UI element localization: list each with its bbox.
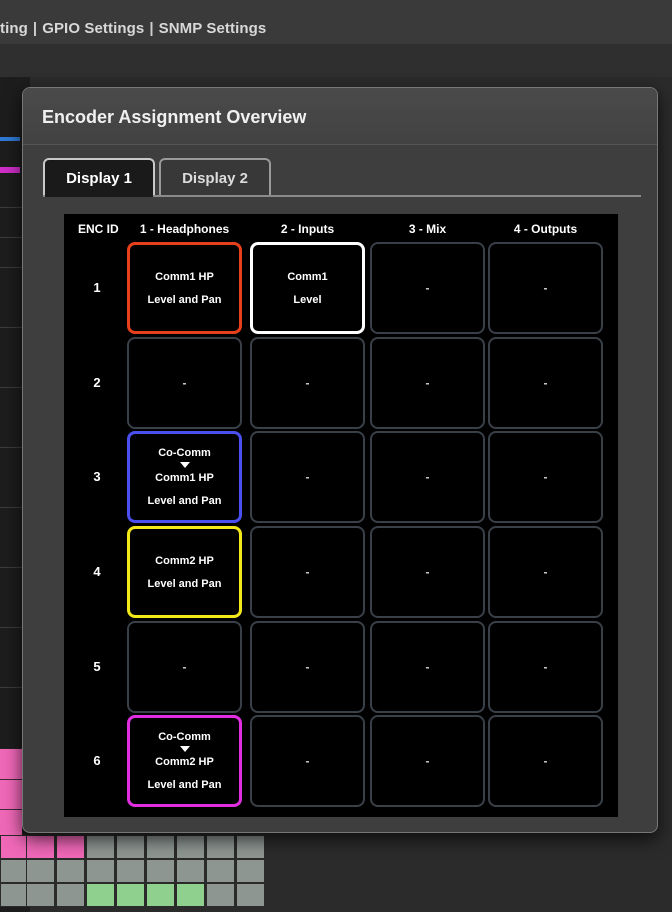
cell-label: Level and Pan — [147, 779, 222, 791]
down-arrow-icon — [179, 746, 190, 752]
top-tab-strip: ting | GPIO Settings | SNMP Settings — [0, 0, 672, 45]
background-pink-block — [0, 748, 22, 836]
cell-empty-label: - — [425, 565, 430, 579]
cell-empty-label: - — [543, 754, 548, 768]
cell-empty-label: - — [305, 660, 310, 674]
cell-empty-label: - — [543, 470, 548, 484]
tab-display-2[interactable]: Display 2 — [159, 158, 271, 196]
top-tab-snmp-settings[interactable]: SNMP Settings — [159, 20, 267, 37]
cell-empty-label: - — [425, 376, 430, 390]
encoder-cell[interactable]: - — [370, 715, 485, 807]
cell-label: Comm2 HP — [155, 756, 214, 768]
tab-display-1[interactable]: Display 1 — [43, 158, 155, 196]
cell-label: Comm2 HP — [155, 554, 214, 567]
encoder-cell[interactable]: - — [370, 431, 485, 523]
encoder-cell[interactable]: - — [127, 621, 242, 713]
encoder-id-label: 2 — [93, 375, 101, 390]
encoder-cell[interactable]: - — [370, 621, 485, 713]
column-header-headphones: 1 - Headphones — [139, 222, 230, 236]
encoder-cell[interactable]: Comm1 HP Level and Pan — [127, 242, 242, 334]
background-grid — [0, 835, 270, 912]
top-tab-gpio-settings[interactable]: GPIO Settings — [42, 20, 144, 37]
encoder-cell[interactable]: - — [488, 621, 603, 713]
encoder-grid: ENC ID 1 - Headphones 2 - Inputs 3 - Mix… — [64, 214, 618, 817]
encoder-cell[interactable]: - — [250, 526, 365, 618]
encoder-cell[interactable]: - — [488, 715, 603, 807]
column-header-outputs: 4 - Outputs — [513, 222, 578, 236]
column-header-inputs: 2 - Inputs — [280, 222, 335, 236]
encoder-id-label: 3 — [93, 469, 101, 484]
column-header-enc-id: ENC ID — [78, 222, 119, 236]
encoder-cell[interactable]: - — [488, 337, 603, 429]
encoder-id-label: 4 — [93, 564, 101, 579]
encoder-cell[interactable]: - — [250, 337, 365, 429]
cell-label: Level and Pan — [147, 577, 222, 590]
cell-empty-label: - — [305, 565, 310, 579]
encoder-cell[interactable]: - — [488, 242, 603, 334]
cell-empty-label: - — [182, 660, 187, 674]
secondary-toolbar — [0, 45, 672, 77]
encoder-cell[interactable]: - — [250, 621, 365, 713]
encoder-id-label: 5 — [93, 659, 101, 674]
encoder-cell[interactable]: - — [250, 431, 365, 523]
dialog-title: Encoder Assignment Overview — [42, 107, 307, 127]
cell-empty-label: - — [543, 565, 548, 579]
encoder-cell[interactable]: Co-Comm Comm1 HP Level and Pan — [127, 431, 242, 523]
cell-label: Co-Comm — [158, 447, 211, 459]
cell-empty-label: - — [305, 470, 310, 484]
cell-label: Comm1 HP — [155, 472, 214, 484]
encoder-id-label: 1 — [93, 280, 101, 295]
cell-empty-label: - — [425, 281, 430, 295]
cell-label: Comm1 — [287, 270, 328, 283]
cell-empty-label: - — [182, 376, 187, 390]
cell-label: Comm1 HP — [155, 270, 214, 283]
cell-label: Co-Comm — [158, 731, 211, 743]
column-header-mix: 3 - Mix — [408, 222, 447, 236]
cell-label: Level and Pan — [147, 495, 222, 507]
encoder-cell[interactable]: - — [370, 526, 485, 618]
encoder-id-label: 6 — [93, 753, 101, 768]
encoder-cell[interactable]: - — [250, 715, 365, 807]
cell-empty-label: - — [543, 376, 548, 390]
cell-label: Level and Pan — [147, 293, 222, 306]
encoder-cell[interactable]: Co-Comm Comm2 HP Level and Pan — [127, 715, 242, 807]
encoder-assignment-dialog: Encoder Assignment Overview Display 1 Di… — [22, 87, 658, 833]
encoder-cell[interactable]: - — [488, 526, 603, 618]
cell-empty-label: - — [543, 660, 548, 674]
cell-empty-label: - — [543, 281, 548, 295]
encoder-cell[interactable]: - — [488, 431, 603, 523]
dialog-header: Encoder Assignment Overview — [23, 88, 657, 145]
encoder-cell[interactable]: - — [370, 242, 485, 334]
top-tab-partial[interactable]: ting — [0, 20, 28, 37]
encoder-cell[interactable]: - — [127, 337, 242, 429]
encoder-cell[interactable]: Comm2 HP Level and Pan — [127, 526, 242, 618]
top-tab-bar: ting | GPIO Settings | SNMP Settings — [0, 20, 267, 37]
cell-label: Level — [293, 293, 322, 306]
cell-empty-label: - — [425, 470, 430, 484]
down-arrow-icon — [179, 462, 190, 468]
cell-empty-label: - — [305, 754, 310, 768]
encoder-cell[interactable]: - — [370, 337, 485, 429]
cell-empty-label: - — [305, 376, 310, 390]
cell-empty-label: - — [425, 754, 430, 768]
cell-empty-label: - — [425, 660, 430, 674]
encoder-cell[interactable]: Comm1 Level — [250, 242, 365, 334]
